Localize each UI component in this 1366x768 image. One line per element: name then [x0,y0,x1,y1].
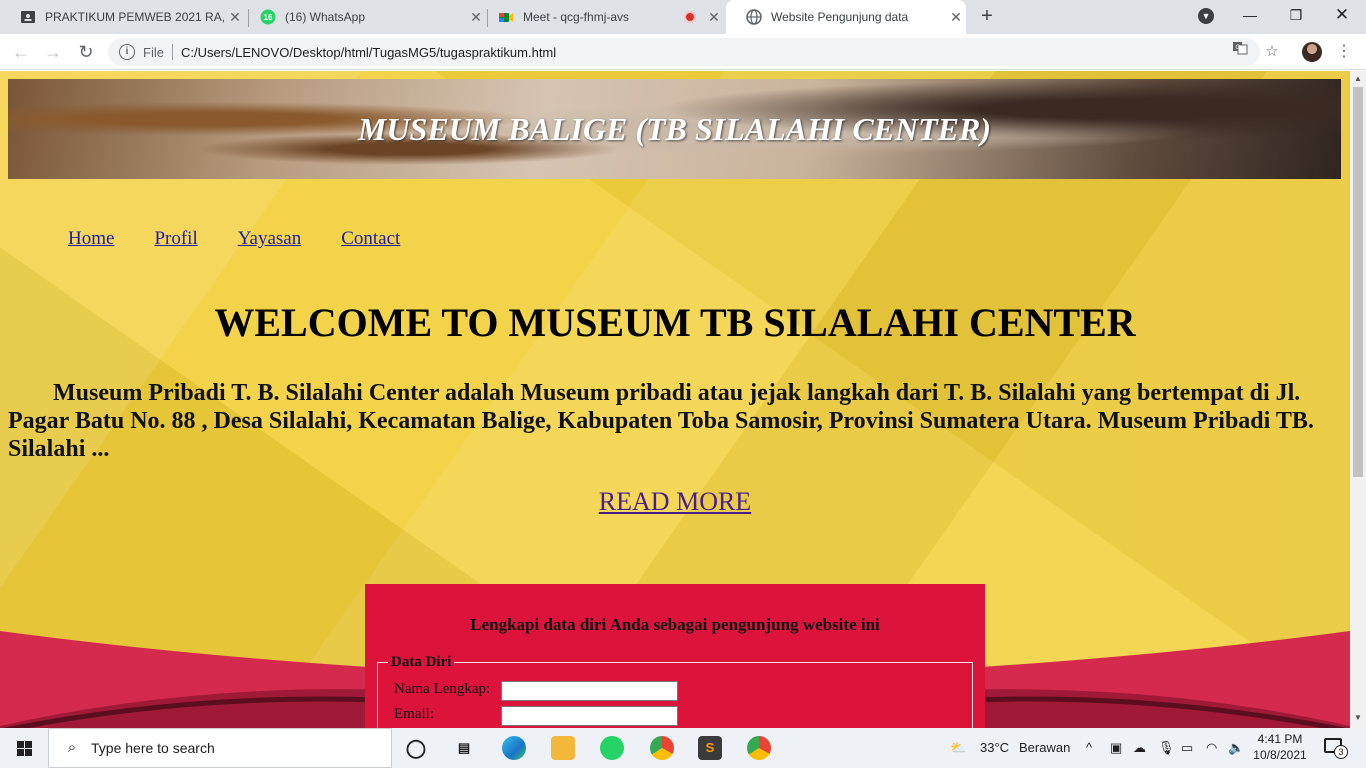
meet-icon [498,9,514,25]
close-tab-icon[interactable]: ✕ [946,9,966,26]
address-bar[interactable]: i File C:/Users/LENOVO/Desktop/html/Tuga… [108,38,1260,66]
divider [171,44,173,60]
nav-link-home[interactable]: Home [68,228,114,250]
back-button[interactable]: ← [9,40,33,64]
system-clock[interactable]: 4:41 PM 10/8/2021 [1250,731,1310,763]
tab-title: Meet - qcg-fhmj-avs [523,10,630,24]
notification-center-icon[interactable]: 3 [1324,738,1348,759]
header-banner: MUSEUM BALIGE (TB SILALAHI CENTER) [8,79,1341,179]
file-explorer-icon[interactable] [551,736,575,760]
minimize-button[interactable]: — [1228,0,1272,30]
task-view-icon[interactable]: ▤ [452,736,476,760]
main-nav: Home Profil Yayasan Contact [68,228,400,250]
globe-icon [746,9,762,25]
weather-text[interactable]: Berawan [1019,740,1070,755]
form-title: Lengkapi data diri Anda sebagai pengunju… [470,615,880,634]
search-icon: ⌕ [67,739,77,756]
svg-text:G: G [1236,45,1241,51]
search-placeholder: Type here to search [91,740,215,756]
welcome-heading: WELCOME TO MUSEUM TB SILALAHI CENTER [214,300,1136,345]
scheme-label: File [143,44,164,60]
tab-strip: PRAKTIKUM PEMWEB 2021 RA, R ✕ 16 (16) Wh… [0,0,1366,34]
read-more-link[interactable]: READ MORE [599,487,751,516]
chrome-profile-icon[interactable] [650,736,674,760]
windows-taskbar: ⌕ Type here to search ◯ ▤ S ⛅ 33°C Beraw… [0,728,1366,768]
tab-meet[interactable]: Meet - qcg-fhmj-avs ✕ [478,0,724,34]
weather-temp[interactable]: 33°C [980,740,1009,755]
notification-badge: 3 [1334,745,1348,759]
clock-time: 4:41 PM [1257,732,1303,746]
forward-button[interactable]: → [41,40,65,64]
browser-toolbar: ← → ↻ i File C:/Users/LENOVO/Desktop/htm… [0,34,1366,70]
tab-title: PRAKTIKUM PEMWEB 2021 RA, R [45,10,225,24]
tab-title: Website Pengunjung data [771,10,909,24]
clock-date: 10/8/2021 [1253,748,1307,762]
whatsapp-badge: 16 [264,13,273,22]
banner-title: MUSEUM BALIGE (TB SILALAHI CENTER) [357,110,991,147]
visitor-form: Lengkapi data diri Anda sebagai pengunju… [365,584,985,728]
data-diri-fieldset: Data Diri Nama Lengkap: Email: [377,654,973,728]
chrome-icon[interactable] [747,736,771,760]
classroom-icon [20,9,36,25]
tab-whatsapp[interactable]: 16 (16) WhatsApp ✕ [240,0,486,34]
info-icon[interactable]: i [119,44,135,60]
sublime-text-icon[interactable]: S [698,736,722,760]
onedrive-icon[interactable]: ☁ [1133,740,1146,756]
nav-link-contact[interactable]: Contact [341,228,400,250]
recording-icon [684,11,696,23]
scroll-down-arrow-icon[interactable]: ▼ [1353,713,1363,722]
weather-icon[interactable]: ⛅ [950,740,966,756]
read-more: READ MORE [0,487,1350,517]
whatsapp-icon: 16 [260,9,276,25]
tab-search-button[interactable]: ▼ [1184,0,1228,30]
intro-paragraph: Museum Pribadi T. B. Silalahi Center ada… [8,380,1314,462]
edge-icon[interactable] [502,736,526,760]
microphone-icon[interactable]: 🎙 [1158,740,1175,756]
windows-start-button[interactable] [0,728,48,768]
email-input[interactable] [501,706,678,726]
page-viewport: MUSEUM BALIGE (TB SILALAHI CENTER) Home … [0,71,1350,728]
restore-button[interactable]: ❐ [1274,0,1318,30]
translate-icon[interactable]: G [1228,40,1252,64]
whatsapp-taskbar-icon[interactable] [600,736,624,760]
email-label: Email: [394,706,434,722]
nav-link-yayasan[interactable]: Yayasan [238,228,302,250]
page-scrollbar[interactable]: ▲ ▼ [1350,71,1366,728]
wifi-icon[interactable]: ◠ [1206,740,1217,756]
tab-title: (16) WhatsApp [285,10,366,24]
bookmark-star-icon[interactable]: ☆ [1260,40,1284,64]
chevron-up-icon[interactable]: ^ [1086,740,1092,755]
close-window-button[interactable]: ✕ [1320,0,1364,30]
menu-kebab-icon[interactable]: ⋮ [1332,40,1356,64]
nama-lengkap-input[interactable] [501,681,678,701]
fieldset-legend: Data Diri [388,654,455,671]
battery-icon[interactable]: ▭ [1181,740,1193,756]
volume-icon[interactable]: 🔈 [1228,740,1244,756]
taskbar-search[interactable]: ⌕ Type here to search [48,728,392,768]
tab-praktikum[interactable]: PRAKTIKUM PEMWEB 2021 RA, R ✕ [0,0,245,34]
nav-link-profil[interactable]: Profil [154,228,197,250]
nama-lengkap-label: Nama Lengkap: [394,681,491,697]
meet-tray-icon[interactable]: ▣ [1110,740,1122,756]
new-tab-button[interactable]: + [976,5,998,29]
close-tab-icon[interactable]: ✕ [704,9,724,26]
scroll-up-arrow-icon[interactable]: ▲ [1353,74,1363,83]
profile-avatar[interactable] [1302,42,1322,62]
cortana-icon[interactable]: ◯ [404,736,428,760]
scrollbar-thumb[interactable] [1353,87,1363,477]
tab-active-website[interactable]: Website Pengunjung data ✕ [726,0,966,34]
reload-button[interactable]: ↻ [74,40,98,64]
chevron-down-icon: ▼ [1198,8,1214,25]
url-text[interactable]: C:/Users/LENOVO/Desktop/html/TugasMG5/tu… [181,45,556,60]
